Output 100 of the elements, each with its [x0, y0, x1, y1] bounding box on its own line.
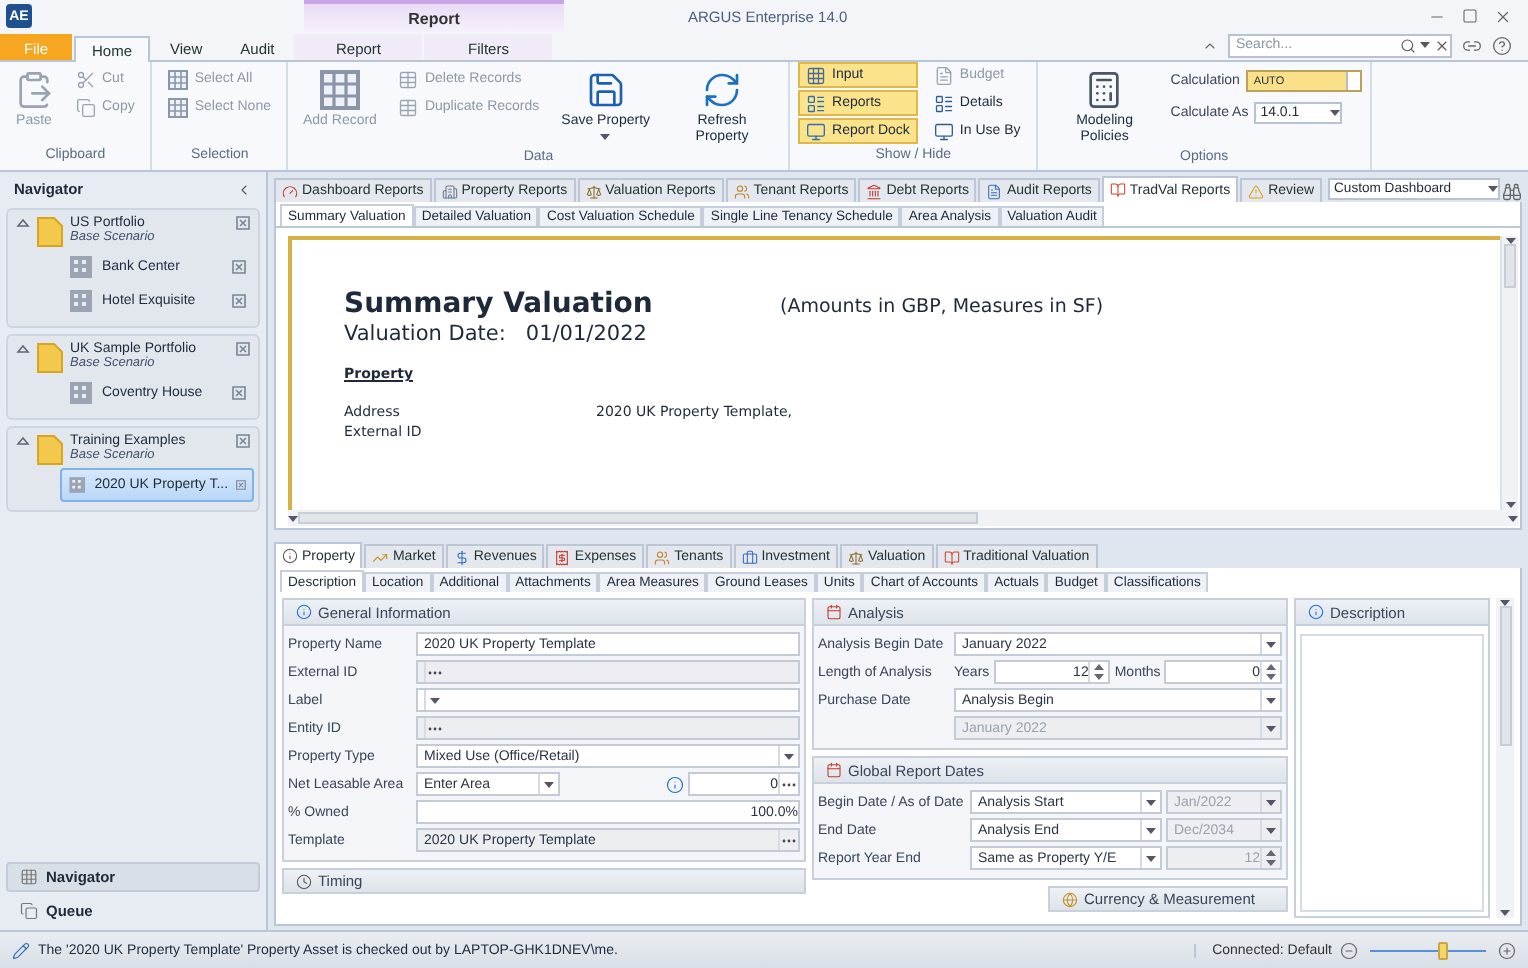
- scale-icon: [847, 549, 864, 565]
- caret-icon: [1266, 827, 1276, 833]
- expander-icon[interactable]: [16, 216, 30, 230]
- table-icon: [398, 97, 419, 117]
- refresh-icon: [702, 70, 743, 110]
- info-icon: [296, 604, 312, 620]
- caret-icon: [1146, 799, 1156, 805]
- slider-thumb[interactable]: [1437, 941, 1448, 959]
- caret-icon: [1146, 855, 1156, 861]
- scrollbar-thumb[interactable]: [1499, 606, 1511, 746]
- close-icon[interactable]: [236, 342, 250, 356]
- building-icon: [68, 288, 94, 314]
- calendar-icon: [826, 604, 842, 620]
- grid-icon: [20, 868, 38, 886]
- close-icon[interactable]: [236, 216, 250, 230]
- zoom-out-icon[interactable]: [1340, 941, 1358, 959]
- dots-icon: [782, 837, 796, 843]
- report-units: (Amounts in GBP, Measures in SF): [780, 296, 1104, 318]
- gauge-icon: [282, 183, 298, 199]
- link-icon[interactable]: [1462, 35, 1482, 55]
- caret-icon: [1266, 641, 1276, 647]
- caret-icon: [1266, 799, 1276, 805]
- grid-icon: [168, 97, 189, 117]
- monitor-icon: [806, 121, 827, 141]
- briefcase-icon: [741, 549, 758, 565]
- caret-icon: [1146, 827, 1156, 833]
- dots-icon: [782, 781, 796, 787]
- folder-icon: [36, 216, 64, 248]
- maximize-icon[interactable]: [1462, 8, 1478, 24]
- close-icon[interactable]: [232, 386, 246, 400]
- caret-icon: [544, 781, 554, 787]
- receipt-icon: [554, 549, 571, 565]
- grid-icon: [168, 69, 189, 89]
- binoculars-icon[interactable]: [1502, 182, 1522, 202]
- caret-icon: [1330, 110, 1341, 116]
- bank-icon: [866, 183, 883, 199]
- calendar-icon: [826, 762, 842, 778]
- zoom-in-icon[interactable]: [1498, 941, 1516, 959]
- help-icon[interactable]: [1492, 35, 1512, 55]
- close-icon[interactable]: [232, 260, 246, 274]
- people-icon: [654, 549, 671, 565]
- expander-icon[interactable]: [16, 342, 30, 356]
- dots-icon: [428, 669, 442, 675]
- document-icon: [933, 65, 954, 85]
- caret-icon: [430, 697, 440, 703]
- dropdown[interactable]: [416, 688, 800, 712]
- horizontal-scrollbar[interactable]: [288, 510, 1518, 526]
- monitor-icon: [933, 121, 954, 141]
- caret-icon: [784, 753, 794, 759]
- caret-icon: [1420, 42, 1430, 48]
- grid-icon: [806, 65, 827, 85]
- building-icon: [68, 380, 94, 406]
- spin-arrows-icon[interactable]: [1266, 850, 1276, 866]
- dollar-icon: [453, 549, 470, 565]
- grid-icon: [319, 70, 360, 110]
- context-tab-header: Report: [304, 0, 564, 32]
- date-value: 01/01/2022: [525, 322, 647, 346]
- book-icon: [1109, 182, 1126, 198]
- clock-icon: [296, 873, 312, 889]
- clear-icon: [1434, 37, 1450, 53]
- book-icon: [943, 549, 960, 565]
- expander-icon[interactable]: [16, 434, 30, 448]
- info-icon: [666, 775, 684, 793]
- paste-icon: [14, 70, 54, 110]
- caret-icon: [600, 134, 611, 140]
- close-icon[interactable]: [232, 294, 246, 308]
- folder-icon: [36, 434, 64, 466]
- close-icon[interactable]: [236, 434, 250, 448]
- collapse-icon[interactable]: [236, 181, 252, 197]
- scrollbar-thumb[interactable]: [298, 512, 978, 524]
- vertical-scrollbar[interactable]: [1496, 598, 1514, 918]
- description-field[interactable]: [1300, 634, 1484, 912]
- folder-icon: [36, 342, 64, 374]
- globe-icon: [1062, 891, 1078, 907]
- copy-icon: [76, 97, 96, 117]
- calculator-icon: [1084, 70, 1125, 110]
- caret-icon: [1488, 186, 1498, 192]
- caret-icon: [288, 515, 298, 521]
- spin-arrows-icon[interactable]: [1266, 664, 1276, 680]
- spin-arrows-icon[interactable]: [1094, 664, 1105, 680]
- close-icon[interactable]: [236, 478, 246, 492]
- report-icon: [806, 93, 827, 113]
- close-icon[interactable]: [1494, 7, 1512, 25]
- dots-icon: [428, 725, 442, 731]
- scissors-icon: [76, 69, 96, 89]
- caret-icon: [1500, 910, 1510, 916]
- building-icon: [441, 183, 458, 199]
- caret-icon: [1266, 697, 1276, 703]
- caret-icon: [1266, 725, 1276, 731]
- report-title: Summary Valuation: [344, 288, 655, 320]
- table-icon: [398, 69, 419, 89]
- details-icon: [933, 93, 954, 113]
- scrollbar-thumb[interactable]: [1504, 244, 1516, 288]
- warning-icon: [1248, 183, 1265, 199]
- search-icon: [1400, 37, 1416, 53]
- info-icon: [282, 548, 298, 564]
- chart-icon: [372, 549, 389, 565]
- pencil-icon: [12, 941, 30, 959]
- vertical-scrollbar[interactable]: [1500, 236, 1518, 510]
- people-icon: [733, 183, 750, 199]
